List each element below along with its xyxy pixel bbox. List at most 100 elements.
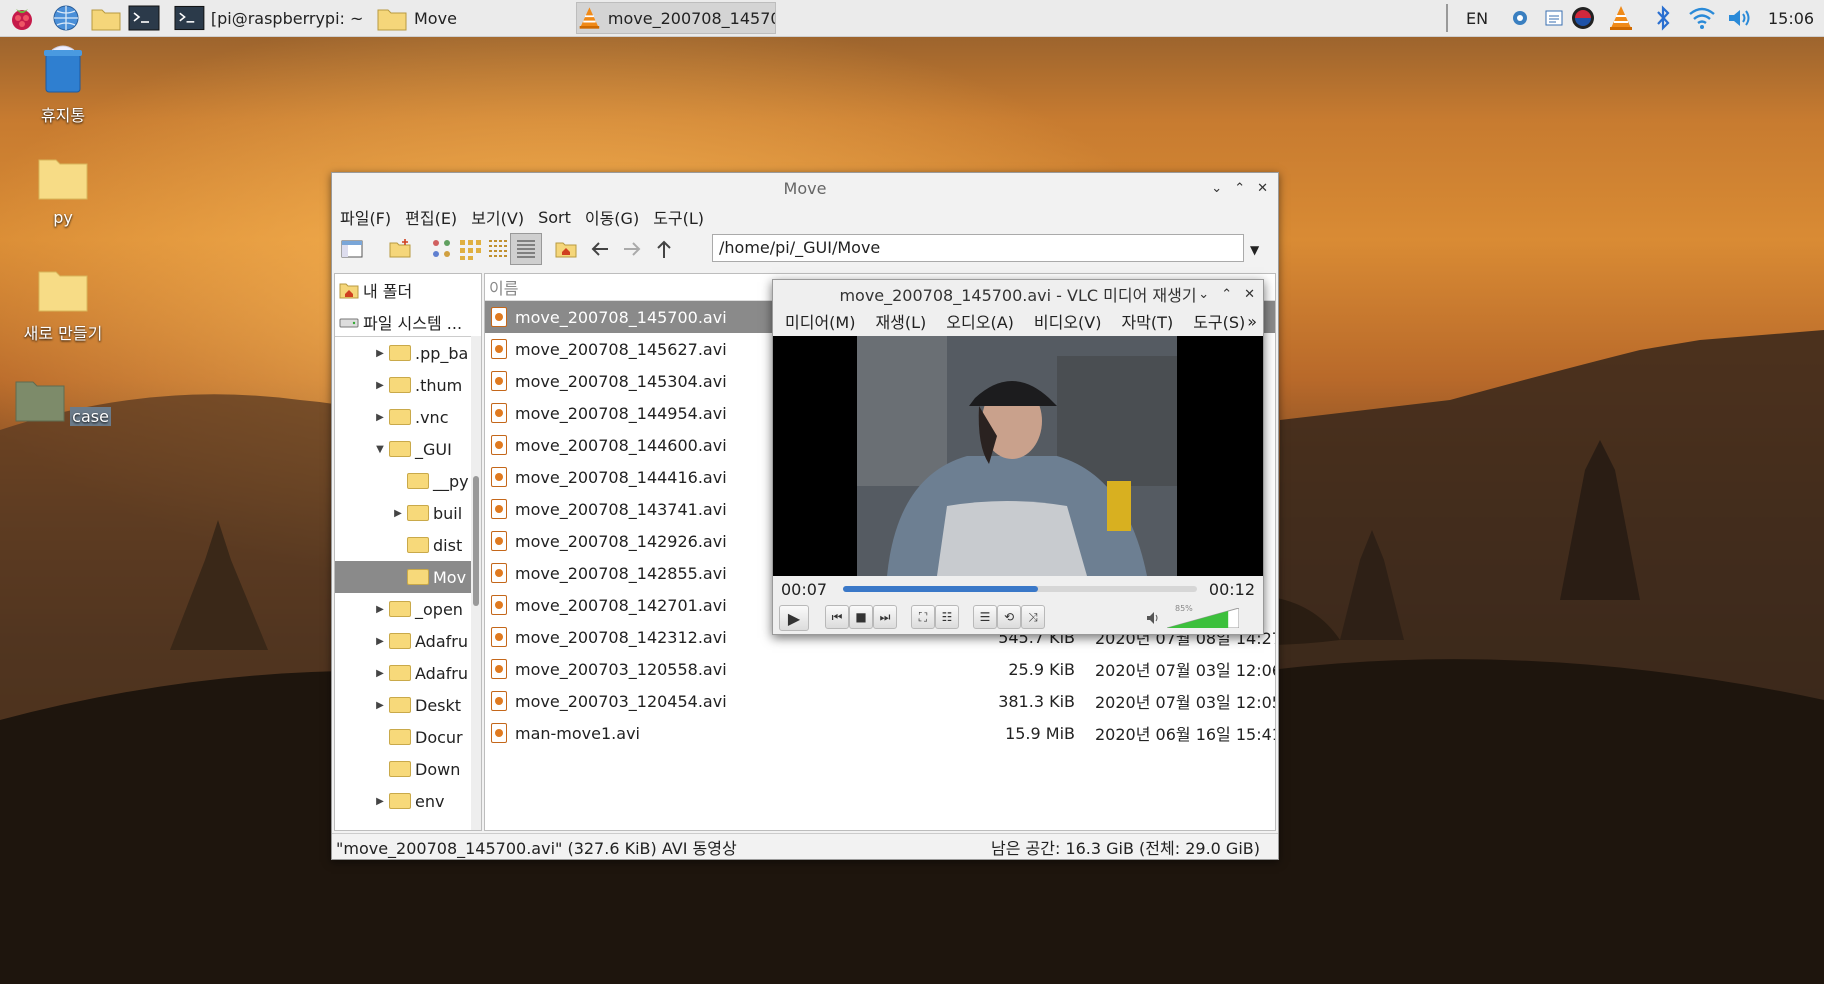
desktop-icon-py[interactable]: py xyxy=(8,156,118,227)
new-window-icon[interactable] xyxy=(340,237,364,261)
updates-icon[interactable] xyxy=(1544,2,1564,34)
korean-ime-icon[interactable] xyxy=(1570,2,1596,34)
up-arrow-icon[interactable] xyxy=(652,237,676,261)
path-dropdown-icon[interactable]: ▼ xyxy=(1250,243,1259,257)
home-folder-icon[interactable] xyxy=(554,237,578,261)
expand-arrow-icon[interactable]: ▶ xyxy=(375,348,385,359)
file-row[interactable]: move_200703_120454.avi 381.3 KiB 2020년 07월… xyxy=(485,685,1275,717)
wifi-icon[interactable] xyxy=(1688,2,1716,34)
file-manager-icon[interactable] xyxy=(90,2,122,34)
file-row[interactable]: man-move1.avi 15.9 MiB 2020년 06월 16일 15:41 xyxy=(485,717,1275,749)
menu-video[interactable]: 비디오(V) xyxy=(1034,309,1102,333)
thumbnail-view-icon[interactable] xyxy=(458,237,482,261)
icon-view-icon[interactable] xyxy=(430,237,454,261)
play-button[interactable]: ▶ xyxy=(779,605,809,631)
tree-item[interactable]: ▶ env xyxy=(335,785,481,817)
detailed-list-view-button[interactable] xyxy=(510,233,542,265)
taskbar-task-terminal[interactable]: [pi@raspberrypi: ~] xyxy=(174,2,364,34)
file-row[interactable]: move_200703_120558.avi 25.9 KiB 2020년 07월 … xyxy=(485,653,1275,685)
maximize-icon[interactable]: ⌃ xyxy=(1221,287,1232,302)
menu-edit[interactable]: 편집(E) xyxy=(405,205,457,229)
expand-arrow-icon[interactable]: ▶ xyxy=(375,380,385,391)
expand-arrow-icon[interactable]: ▶ xyxy=(375,668,385,679)
loop-button[interactable]: ⟲ xyxy=(997,605,1021,629)
tree-item[interactable]: ▶ .thum xyxy=(335,369,481,401)
tree-item[interactable]: ▶ _open xyxy=(335,593,481,625)
fullscreen-button[interactable]: ⛶ xyxy=(911,605,935,629)
menu-overflow[interactable]: » xyxy=(1247,312,1257,331)
new-folder-icon[interactable] xyxy=(388,237,412,261)
expand-arrow-icon[interactable]: ▶ xyxy=(375,700,385,711)
expanded-arrow-icon[interactable]: ▼ xyxy=(375,444,385,455)
window-titlebar[interactable]: move_200708_145700.avi - VLC 미디어 재생기 ⌄ ⌃… xyxy=(773,280,1263,308)
bluetooth-icon[interactable] xyxy=(1654,2,1672,34)
menu-file[interactable]: 파일(F) xyxy=(340,205,391,229)
close-icon[interactable]: ✕ xyxy=(1244,287,1255,302)
volume-slider[interactable] xyxy=(1167,608,1239,628)
speaker-icon[interactable] xyxy=(1145,610,1161,626)
minimize-icon[interactable]: ⌄ xyxy=(1198,287,1209,302)
tree-item[interactable]: ▼ _GUI xyxy=(335,433,481,465)
menu-sort[interactable]: Sort xyxy=(538,208,571,227)
place-home[interactable]: 내 폴더 xyxy=(335,274,481,306)
maximize-icon[interactable]: ⌃ xyxy=(1234,181,1245,196)
tree-item[interactable]: ▶ Adafru xyxy=(335,625,481,657)
tree-item[interactable]: Down xyxy=(335,753,481,785)
minimize-icon[interactable]: ⌄ xyxy=(1211,181,1222,196)
expand-arrow-icon[interactable]: ▶ xyxy=(375,604,385,615)
seek-slider[interactable] xyxy=(843,586,1197,592)
menu-media[interactable]: 미디어(M) xyxy=(785,309,855,333)
browser-icon[interactable] xyxy=(52,2,80,34)
keyboard-layout[interactable]: EN xyxy=(1466,2,1488,34)
scrollbar-thumb[interactable] xyxy=(473,476,479,606)
menu-subtitle[interactable]: 자막(T) xyxy=(1121,309,1173,333)
menu-view[interactable]: 보기(V) xyxy=(471,205,524,229)
tree-item[interactable]: ▶ .vnc xyxy=(335,401,481,433)
next-button[interactable]: ⏭ xyxy=(873,605,897,629)
tree-scrollbar[interactable] xyxy=(471,336,481,830)
clock[interactable]: 15:06 xyxy=(1768,2,1814,34)
stop-button[interactable]: ■ xyxy=(849,605,873,629)
desktop-icon-trash[interactable]: 휴지통 xyxy=(8,44,118,126)
vnc-icon[interactable] xyxy=(1510,2,1530,34)
previous-button[interactable]: ⏮ xyxy=(825,605,849,629)
menu-tools[interactable]: 도구(S) xyxy=(1193,309,1245,333)
expand-arrow-icon[interactable]: ▶ xyxy=(375,636,385,647)
raspberry-menu-icon[interactable] xyxy=(8,2,36,34)
tree-item[interactable]: Mov xyxy=(335,561,481,593)
desktop-icon-new-folder[interactable]: 새로 만들기 xyxy=(8,268,118,344)
expand-arrow-icon[interactable]: ▶ xyxy=(375,796,385,807)
tree-item[interactable]: ▶ .pp_ba xyxy=(335,337,481,369)
tree-item[interactable]: Docur xyxy=(335,721,481,753)
expand-arrow-icon[interactable]: ▶ xyxy=(393,508,403,519)
desktop-icon-case[interactable]: case xyxy=(8,378,118,426)
shuffle-button[interactable]: ⤨ xyxy=(1021,605,1045,629)
forward-arrow-icon[interactable] xyxy=(620,237,644,261)
path-input[interactable]: /home/pi/_GUI/Move xyxy=(712,234,1244,262)
compact-view-icon[interactable] xyxy=(486,237,510,261)
tree-item[interactable]: ▶ Deskt xyxy=(335,689,481,721)
tree-item[interactable]: ▶ Adafru xyxy=(335,657,481,689)
tree-item[interactable]: __py xyxy=(335,465,481,497)
menu-go[interactable]: 이동(G) xyxy=(585,205,639,229)
taskbar-task-move[interactable]: Move xyxy=(376,2,566,34)
menu-audio[interactable]: 오디오(A) xyxy=(946,309,1014,333)
close-icon[interactable]: ✕ xyxy=(1257,181,1268,196)
tree-item[interactable]: dist xyxy=(335,529,481,561)
playlist-button[interactable]: ☰ xyxy=(973,605,997,629)
video-area[interactable] xyxy=(773,336,1263,576)
shuffle-icon: ⤨ xyxy=(1028,609,1038,624)
window-titlebar[interactable]: Move ⌄ ⌃ ✕ xyxy=(332,173,1278,203)
tree-item[interactable]: ▶ buil xyxy=(335,497,481,529)
expand-arrow-icon[interactable]: ▶ xyxy=(375,412,385,423)
back-arrow-icon[interactable] xyxy=(588,237,612,261)
place-filesystem[interactable]: 파일 시스템 ... xyxy=(335,306,481,338)
vlc-tray-icon[interactable] xyxy=(1608,2,1634,34)
extended-settings-button[interactable]: ☷ xyxy=(935,605,959,629)
volume-icon[interactable] xyxy=(1726,2,1754,34)
menu-tools[interactable]: 도구(L) xyxy=(653,205,704,229)
terminal-icon[interactable] xyxy=(128,2,160,34)
menu-playback[interactable]: 재생(L) xyxy=(875,309,926,333)
taskbar-task-vlc[interactable]: move_200708_14570... xyxy=(576,2,776,34)
tree-item-label: .thum xyxy=(415,375,463,395)
